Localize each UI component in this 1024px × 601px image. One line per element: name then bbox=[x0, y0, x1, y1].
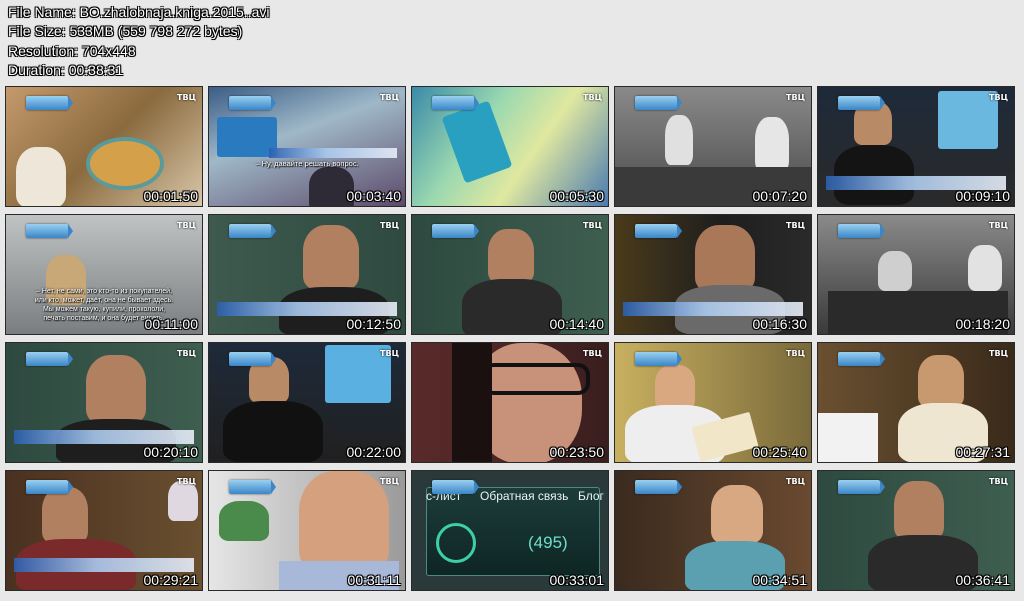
thumbnail-timestamp: 00:03:40 bbox=[346, 188, 402, 204]
channel-badge: ТВЦ bbox=[380, 477, 399, 486]
channel-badge: ТВЦ bbox=[583, 93, 602, 102]
thumbnail-timestamp: 00:12:50 bbox=[346, 316, 402, 332]
thumbnail-timestamp: 00:07:20 bbox=[752, 188, 808, 204]
thumbnail-timestamp: 00:27:31 bbox=[955, 444, 1011, 460]
program-logo bbox=[838, 480, 885, 494]
program-logo bbox=[635, 96, 682, 110]
thumbnail-timestamp: 00:05:30 bbox=[549, 188, 605, 204]
subtitle-line: Мы можем такую, купили, прокололи, bbox=[42, 306, 166, 313]
thumbnail-2[interactable]: – Ну, давайте решать вопрос. ТВЦ 00:03:4… bbox=[208, 86, 406, 207]
thumbnail-7[interactable]: ТВЦ 00:12:50 bbox=[208, 214, 406, 335]
channel-badge: ТВЦ bbox=[989, 477, 1008, 486]
channel-badge: ТВЦ bbox=[989, 221, 1008, 230]
thumbnail-timestamp: 00:29:21 bbox=[143, 572, 199, 588]
thumbnail-14[interactable]: ТВЦ 00:25:40 bbox=[614, 342, 812, 463]
channel-badge: ТВЦ bbox=[989, 349, 1008, 358]
thumbnail-timestamp: 00:14:40 bbox=[549, 316, 605, 332]
thumbnail-5[interactable]: ТВЦ 00:09:10 bbox=[817, 86, 1015, 207]
program-logo bbox=[229, 96, 276, 110]
channel-badge: ТВЦ bbox=[177, 477, 196, 486]
channel-badge: ТВЦ bbox=[177, 93, 196, 102]
channel-badge: ТВЦ bbox=[380, 93, 399, 102]
phone-icon bbox=[436, 523, 476, 563]
thumbnail-17[interactable]: ТВЦ 00:31:11 bbox=[208, 470, 406, 591]
program-logo bbox=[26, 480, 73, 494]
phone-number: (495) bbox=[528, 533, 568, 552]
thumbnail-19[interactable]: ТВЦ 00:34:51 bbox=[614, 470, 812, 591]
channel-badge: ТВЦ bbox=[989, 93, 1008, 102]
subtitle-line: – Нет, не сами, это кто-то из покупателе… bbox=[36, 288, 172, 295]
thumbnail-timestamp: 00:23:50 bbox=[549, 444, 605, 460]
program-logo bbox=[838, 352, 885, 366]
program-logo bbox=[635, 224, 682, 238]
file-info-header: File Name: BO.zhalobnaja.kniga.2015..avi… bbox=[8, 3, 269, 81]
subtitle-text: – Ну, давайте решать вопрос. bbox=[255, 159, 359, 168]
menu-item-feedback: Обратная связь bbox=[480, 489, 569, 503]
program-logo bbox=[635, 352, 682, 366]
program-logo bbox=[432, 224, 479, 238]
thumbnail-timestamp: 00:33:01 bbox=[549, 572, 605, 588]
thumbnail-12[interactable]: ТВЦ 00:22:00 bbox=[208, 342, 406, 463]
thumbnail-11[interactable]: ТВЦ 00:20:10 bbox=[5, 342, 203, 463]
thumbnail-13[interactable]: ТВЦ 00:23:50 bbox=[411, 342, 609, 463]
channel-badge: ТВЦ bbox=[380, 221, 399, 230]
thumbnail-timestamp: 00:34:51 bbox=[752, 572, 808, 588]
thumbnail-timestamp: 00:01:50 bbox=[143, 188, 199, 204]
file-name-text: File Name: BO.zhalobnaja.kniga.2015..avi bbox=[8, 4, 270, 20]
thumbnail-18[interactable]: с-лист Обратная связь Блог (495) 00:33:0… bbox=[411, 470, 609, 591]
thumbnail-1[interactable]: ТВЦ 00:01:50 bbox=[5, 86, 203, 207]
thumbnail-timestamp: 00:25:40 bbox=[752, 444, 808, 460]
thumbnail-8[interactable]: ТВЦ 00:14:40 bbox=[411, 214, 609, 335]
thumbnail-timestamp: 00:22:00 bbox=[346, 444, 402, 460]
program-logo bbox=[229, 352, 276, 366]
channel-badge: ТВЦ bbox=[380, 349, 399, 358]
thumbnail-6[interactable]: – Нет, не сами, это кто-то из покупателе… bbox=[5, 214, 203, 335]
channel-badge: ТВЦ bbox=[786, 477, 805, 486]
channel-badge: ТВЦ bbox=[177, 221, 196, 230]
thumbnail-timestamp: 00:09:10 bbox=[955, 188, 1011, 204]
channel-badge: ТВЦ bbox=[786, 349, 805, 358]
program-logo bbox=[635, 480, 682, 494]
thumbnail-4[interactable]: ТВЦ 00:07:20 bbox=[614, 86, 812, 207]
thumbnail-10[interactable]: ТВЦ 00:18:20 bbox=[817, 214, 1015, 335]
program-logo bbox=[838, 224, 885, 238]
program-logo bbox=[432, 96, 479, 110]
program-logo bbox=[26, 352, 73, 366]
thumbnail-timestamp: 00:31:11 bbox=[347, 572, 401, 588]
program-logo bbox=[229, 224, 276, 238]
channel-badge: ТВЦ bbox=[177, 349, 196, 358]
thumbnail-20[interactable]: ТВЦ 00:36:41 bbox=[817, 470, 1015, 591]
thumbnail-timestamp: 00:20:10 bbox=[143, 444, 199, 460]
thumbnail-timestamp: 00:18:20 bbox=[955, 316, 1011, 332]
thumbnail-timestamp: 00:11:00 bbox=[144, 316, 198, 332]
subtitle-line: или кто, может, даёт, она не бывает здес… bbox=[34, 297, 174, 304]
program-logo bbox=[838, 96, 885, 110]
channel-badge: ТВЦ bbox=[583, 221, 602, 230]
thumbnail-timestamp: 00:16:30 bbox=[752, 316, 808, 332]
program-logo bbox=[432, 480, 479, 494]
thumbnail-timestamp: 00:36:41 bbox=[955, 572, 1011, 588]
file-size-text: File Size: 533MB (559 798 272 bytes) bbox=[8, 23, 243, 40]
program-logo bbox=[229, 480, 276, 494]
channel-badge: ТВЦ bbox=[583, 349, 602, 358]
thumbnail-9[interactable]: ТВЦ 00:16:30 bbox=[614, 214, 812, 335]
thumbnail-16[interactable]: ТВЦ 00:29:21 bbox=[5, 470, 203, 591]
program-logo bbox=[26, 96, 73, 110]
channel-badge: ТВЦ bbox=[786, 221, 805, 230]
menu-item-blog: Блог bbox=[578, 489, 604, 503]
resolution-text: Resolution: 704x448 bbox=[8, 42, 136, 59]
thumbnail-3[interactable]: ТВЦ 00:05:30 bbox=[411, 86, 609, 207]
duration-text: Duration: 00:38:31 bbox=[8, 62, 124, 79]
program-logo bbox=[26, 224, 73, 238]
channel-badge: ТВЦ bbox=[786, 93, 805, 102]
thumbnail-15[interactable]: ТВЦ 00:27:31 bbox=[817, 342, 1015, 463]
